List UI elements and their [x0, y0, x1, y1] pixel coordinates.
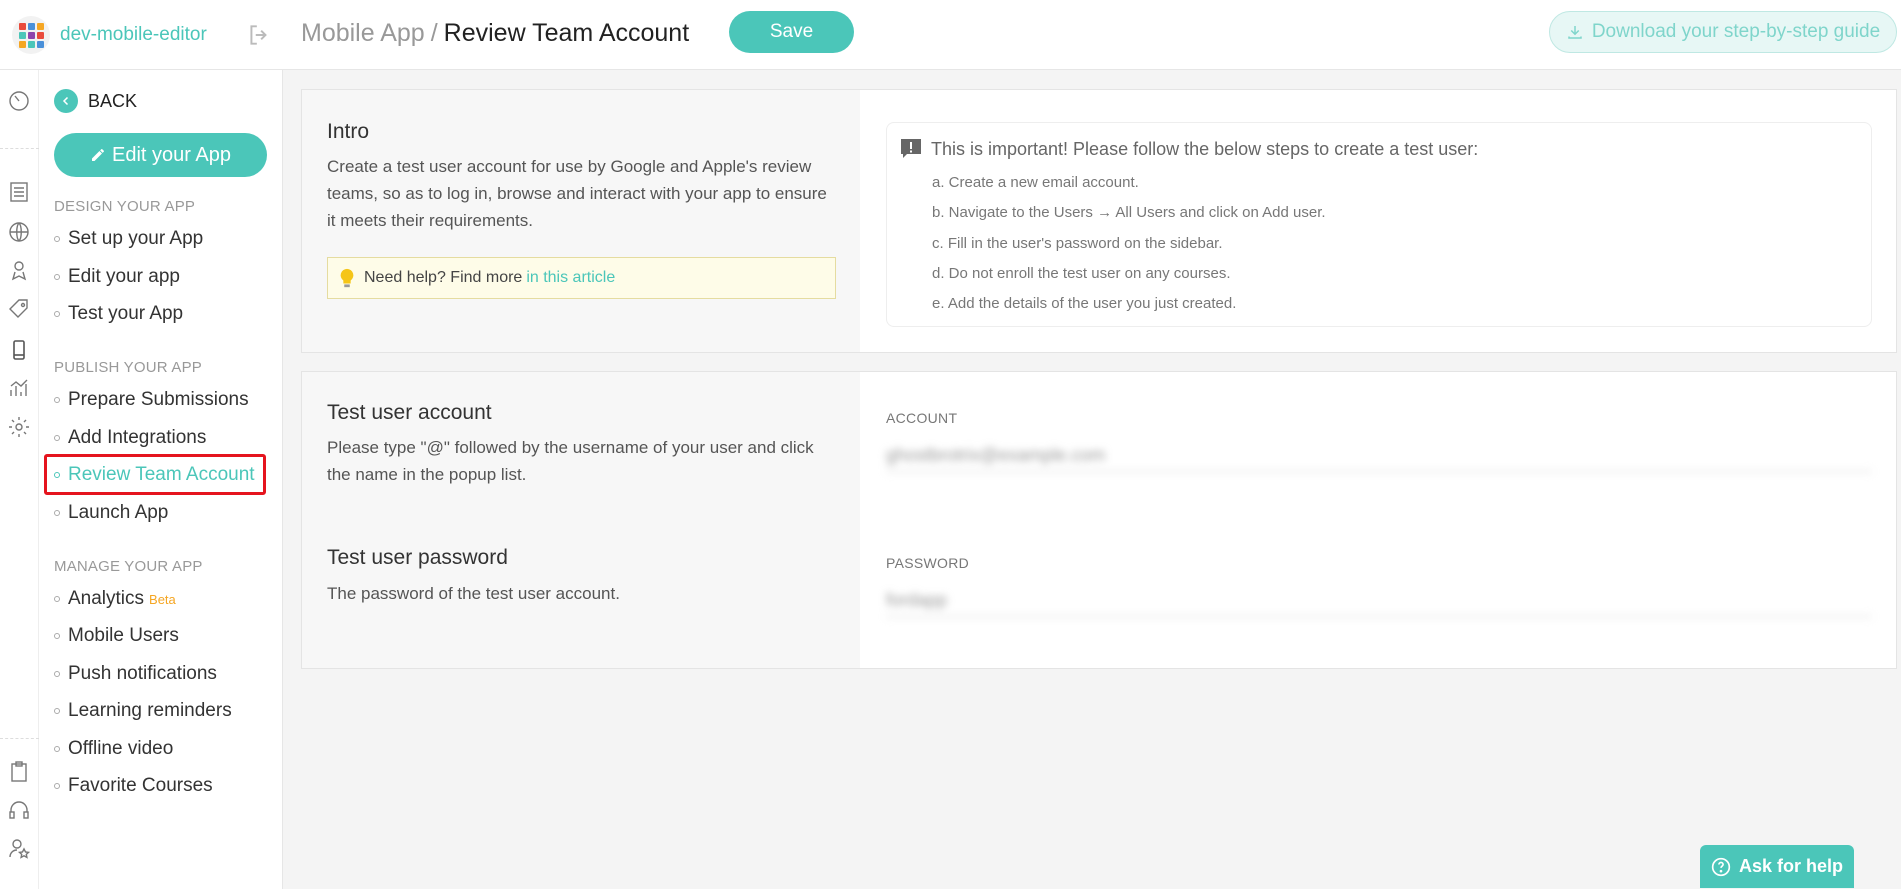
- sidebar-item-prepare-submissions[interactable]: Prepare Submissions: [54, 389, 249, 411]
- sidebar-item-test-your-app[interactable]: Test your App: [54, 303, 183, 325]
- top-header: dev-mobile-editor Mobile App / Review Team…: [0, 0, 1901, 70]
- help-text: Need help? Find more: [364, 269, 523, 286]
- edit-your-app-label: Edit your App: [112, 143, 231, 166]
- breadcrumb-separator: /: [430, 19, 438, 47]
- sidebar-item-mobile-users[interactable]: Mobile Users: [54, 625, 179, 647]
- step-item: d. Do not enroll the test user on any co…: [932, 265, 1231, 282]
- bullet-icon: [54, 633, 60, 639]
- bullet-icon: [54, 746, 60, 752]
- back-link[interactable]: BACK: [54, 89, 137, 113]
- logo-area: dev-mobile-editor: [0, 0, 283, 70]
- bullet-icon: [54, 274, 60, 280]
- bullet-icon: [54, 435, 60, 441]
- sidebar-item-set-up-your-app[interactable]: Set up your App: [54, 228, 203, 250]
- edit-your-app-button[interactable]: Edit your App: [54, 133, 267, 177]
- section-title-manage: MANAGE YOUR APP: [54, 558, 203, 575]
- user-badge-icon[interactable]: [7, 258, 31, 282]
- active-item-highlight: [44, 454, 266, 495]
- rail-divider: [0, 148, 39, 149]
- step-item: e. Add the details of the user you just …: [932, 295, 1237, 312]
- sidebar-item-learning-reminders[interactable]: Learning reminders: [54, 700, 232, 722]
- bullet-icon: [54, 397, 60, 403]
- account-input[interactable]: ghostbrotrix@example.com: [886, 438, 1872, 472]
- intro-description: Create a test user account for use by Go…: [327, 157, 827, 230]
- question-circle-icon: [1711, 857, 1731, 876]
- account-title: Test user account: [327, 401, 492, 424]
- clipboard-icon[interactable]: [7, 760, 31, 784]
- page-title: Review Team Account: [443, 19, 690, 47]
- org-name[interactable]: dev-mobile-editor: [60, 24, 207, 46]
- important-heading: This is important! Please follow the bel…: [899, 137, 1478, 161]
- sidebar-item-edit-your-app[interactable]: Edit your app: [54, 266, 180, 288]
- sidebar-item-push-notifications[interactable]: Push notifications: [54, 663, 217, 685]
- breadcrumb-parent[interactable]: Mobile App: [301, 19, 425, 47]
- icon-rail: [0, 70, 39, 889]
- user-star-icon[interactable]: [7, 836, 31, 860]
- sidebar-item-favorite-courses[interactable]: Favorite Courses: [54, 775, 213, 797]
- alert-speech-icon: [901, 139, 921, 158]
- sidebar-item-offline-video[interactable]: Offline video: [54, 738, 173, 760]
- help-hint: Need help? Find more in this article: [327, 257, 836, 299]
- analytics-chart-icon[interactable]: [7, 376, 31, 400]
- download-guide-label: Download your step-by-step guide: [1591, 21, 1881, 42]
- settings-gear-icon[interactable]: [7, 415, 31, 439]
- ask-for-help-button[interactable]: Ask for help: [1700, 845, 1854, 888]
- account-description: Please type "@" followed by the username…: [327, 438, 814, 484]
- password-title: Test user password: [327, 546, 508, 569]
- lightbulb-icon: [340, 268, 354, 288]
- dashboard-gauge-icon[interactable]: [7, 88, 31, 112]
- logout-icon[interactable]: [246, 22, 272, 48]
- intro-panel: Intro Create a test user account for use…: [301, 89, 1897, 353]
- download-guide-button[interactable]: Download your step-by-step guide: [1549, 11, 1897, 53]
- download-icon: [1568, 26, 1582, 39]
- back-arrow-icon: [54, 89, 78, 113]
- step-item: c. Fill in the user's password on the si…: [932, 235, 1223, 252]
- test-user-panel: Test user account Please type "@" follow…: [301, 371, 1897, 669]
- rail-divider: [0, 738, 39, 739]
- support-headset-icon[interactable]: [7, 798, 31, 822]
- important-notice: This is important! Please follow the bel…: [886, 122, 1872, 327]
- save-button[interactable]: Save: [729, 11, 854, 53]
- back-label: BACK: [88, 90, 138, 111]
- section-title-publish: PUBLISH YOUR APP: [54, 359, 202, 376]
- password-description: The password of the test user account.: [327, 584, 620, 603]
- bullet-icon: [54, 783, 60, 789]
- bullet-icon: [54, 236, 60, 242]
- beta-badge: Beta: [149, 591, 176, 607]
- bullet-icon: [54, 708, 60, 714]
- bullet-icon: [54, 510, 60, 516]
- globe-icon[interactable]: [7, 220, 31, 244]
- ask-for-help-label: Ask for help: [1738, 856, 1844, 876]
- step-item: a. Create a new email account.: [932, 174, 1139, 191]
- help-article-link[interactable]: in this article: [526, 269, 615, 287]
- price-tag-icon[interactable]: [7, 297, 31, 321]
- password-field-label: PASSWORD: [886, 555, 970, 571]
- bullet-icon: [54, 596, 60, 602]
- step-item: b. Navigate to the Users → All Users and…: [932, 204, 1326, 221]
- section-title-design: DESIGN YOUR APP: [54, 198, 196, 215]
- breadcrumb: Mobile App / Review Team Account: [301, 16, 689, 50]
- pencil-icon: [92, 149, 105, 161]
- sidebar-item-add-integrations[interactable]: Add Integrations: [54, 427, 206, 449]
- intro-title: Intro: [327, 120, 370, 143]
- courses-list-icon[interactable]: [7, 180, 31, 204]
- account-field-label: ACCOUNT: [886, 410, 958, 426]
- mobile-app-icon[interactable]: [7, 338, 31, 362]
- sidebar-item-launch-app[interactable]: Launch App: [54, 502, 168, 524]
- password-input[interactable]: fordapp: [886, 583, 1872, 617]
- bullet-icon: [54, 311, 60, 317]
- sidebar-item-analytics[interactable]: Analytics Beta: [54, 588, 176, 610]
- bullet-icon: [54, 671, 60, 677]
- app-logo-icon[interactable]: [12, 16, 50, 54]
